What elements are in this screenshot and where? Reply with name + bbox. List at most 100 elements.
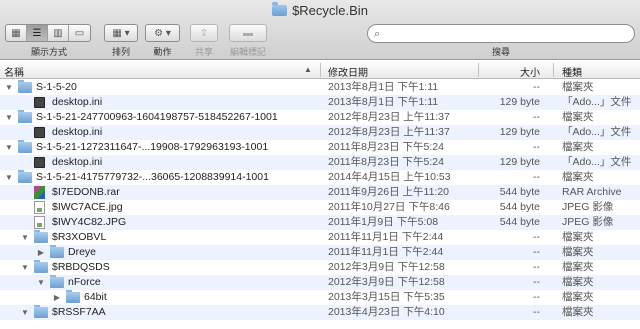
file-row[interactable]: ▼ S-1-5-20 2013年8月1日 下午1:11 -- 檔案夾 [0, 80, 640, 95]
disclosure-expanded-icon[interactable]: ▼ [4, 170, 14, 185]
window-title: $Recycle.Bin [0, 2, 640, 18]
modified-date: 2012年8月23日 上午11:37 [328, 126, 450, 138]
modified-date: 2011年10月27日 下午8:46 [328, 201, 450, 213]
file-size: 544 byte [499, 186, 540, 198]
file-kind: 檔案夾 [562, 111, 594, 123]
file-kind: JPEG 影像 [562, 216, 614, 228]
file-row[interactable]: ▼ $R3XOBVL 2011年11月1日 下午2:44 -- 檔案夾 [0, 230, 640, 245]
disclosure-expanded-icon[interactable]: ▼ [20, 230, 30, 245]
file-size: -- [533, 246, 540, 258]
file-row[interactable]: ▼ nForce 2012年3月9日 下午12:58 -- 檔案夾 [0, 275, 640, 290]
file-list: ▼ S-1-5-20 2013年8月1日 下午1:11 -- 檔案夾 desktop.in… [0, 80, 640, 320]
file-name: $R3XOBVL [52, 231, 107, 243]
file-name: nForce [68, 276, 101, 288]
disclosure-collapsed-icon[interactable]: ▶ [36, 245, 46, 260]
file-row[interactable]: ▼ S-1-5-21-1272311647-...19908-1792963193… [0, 140, 640, 155]
arrange-label: 排列 [111, 47, 130, 57]
coverflow-view-icon[interactable]: ▭ [69, 25, 90, 41]
file-name: S-1-5-21-247700963-1604198757-518452267-… [36, 111, 278, 123]
file-name: $IWY4C82.JPG [52, 216, 127, 228]
folder-icon [272, 2, 288, 16]
file-row[interactable]: ▼ $RBDQSDS 2012年3月9日 下午12:58 -- 檔案夾 [0, 260, 640, 275]
file-size: -- [533, 306, 540, 318]
file-kind: 檔案夾 [562, 276, 594, 288]
modified-date: 2011年11月1日 下午2:44 [328, 231, 444, 243]
file-kind: 檔案夾 [562, 261, 594, 273]
file-row[interactable]: $I7EDONB.rar 2011年9月26日 上午11:20 544 byte RA… [0, 185, 640, 200]
modified-date: 2011年8月23日 下午5:24 [328, 156, 444, 168]
kind-column-header[interactable]: 種類 [562, 64, 582, 79]
file-row[interactable]: $IWY4C82.JPG 2011年1月9日 下午5:08 544 byte JPEG… [0, 215, 640, 230]
modified-date: 2011年11月1日 下午2:44 [328, 246, 444, 258]
disclosure-expanded-icon[interactable]: ▼ [4, 80, 14, 95]
date-column-header[interactable]: 修改日期 [328, 64, 368, 79]
folder-icon [66, 290, 80, 303]
file-kind: 「Ado...」文件 [562, 96, 632, 108]
disclosure-expanded-icon[interactable]: ▼ [4, 110, 14, 125]
name-column-header[interactable]: 名稱 [4, 64, 24, 79]
file-size: 544 byte [499, 201, 540, 213]
file-row[interactable]: desktop.ini 2012年8月23日 上午11:37 129 byte 「Ad… [0, 125, 640, 140]
file-kind: 檔案夾 [562, 171, 594, 183]
file-row[interactable]: desktop.ini 2013年8月1日 下午1:11 129 byte 「Ado.… [0, 95, 640, 110]
file-kind: 「Ado...」文件 [562, 156, 632, 168]
column-header: 名稱 ▲ 修改日期 大小 種類 [0, 61, 640, 79]
file-kind: 檔案夾 [562, 291, 594, 303]
file-row[interactable]: desktop.ini 2011年8月23日 下午5:24 129 byte 「Ado… [0, 155, 640, 170]
file-name: $RBDQSDS [52, 261, 110, 273]
file-size: -- [533, 231, 540, 243]
disclosure-expanded-icon[interactable]: ▼ [4, 140, 14, 155]
file-size: -- [533, 141, 540, 153]
tags-label: 編輯標記 [229, 47, 266, 57]
file-name: 64bit [84, 291, 107, 303]
folder-icon [50, 275, 64, 288]
file-name: $RSSF7AA [52, 306, 106, 318]
search-label: 搜尋 [491, 47, 510, 57]
folder-icon [34, 230, 48, 243]
file-name: S-1-5-20 [36, 81, 77, 93]
icon-view-icon[interactable]: ▦ [6, 25, 27, 41]
folder-icon [18, 140, 32, 153]
tags-button[interactable]: ▬ [229, 24, 267, 42]
file-name: Dreye [68, 246, 97, 258]
modified-date: 2011年9月26日 上午11:20 [328, 186, 450, 198]
disclosure-expanded-icon[interactable]: ▼ [36, 275, 46, 290]
folder-icon [34, 260, 48, 273]
search-icon: ⌕ [374, 28, 381, 40]
file-size: 544 byte [499, 216, 540, 228]
file-size: -- [533, 291, 540, 303]
file-row[interactable]: ▼ S-1-5-21-247700963-1604198757-518452267… [0, 110, 640, 125]
file-size: -- [533, 111, 540, 123]
file-kind: RAR Archive [562, 186, 622, 198]
file-row[interactable]: ▶ 64bit 2013年3月15日 下午5:35 -- 檔案夾 [0, 290, 640, 305]
view-mode-control[interactable]: ▦ ☰ ▥ ▭ [5, 24, 91, 42]
file-name: S-1-5-21-1272311647-...19908-1792963193-… [36, 141, 269, 153]
list-view-icon[interactable]: ☰ [27, 25, 48, 41]
file-row[interactable]: ▶ Dreye 2011年11月1日 下午2:44 -- 檔案夾 [0, 245, 640, 260]
file-name: $IWC7ACE.jpg [52, 201, 123, 213]
search-input[interactable]: ⌕ [367, 24, 635, 43]
sort-ascending-icon: ▲ [304, 65, 312, 74]
file-name: S-1-5-21-4175779732-...36065-1208839914-… [36, 171, 269, 183]
file-size: 129 byte [499, 96, 540, 108]
file-row[interactable]: ▼ S-1-5-21-4175779732-...36065-1208839914… [0, 170, 640, 185]
file-size: -- [533, 276, 540, 288]
modified-date: 2013年4月23日 下午4:10 [328, 306, 445, 318]
arrange-button[interactable]: ▦ ▾ [104, 24, 138, 42]
file-kind: 檔案夾 [562, 306, 594, 318]
file-size: 129 byte [499, 126, 540, 138]
size-column-header[interactable]: 大小 [520, 64, 540, 79]
column-view-icon[interactable]: ▥ [48, 25, 69, 41]
file-row[interactable]: ▼ $RSSF7AA 2013年4月23日 下午4:10 -- 檔案夾 [0, 305, 640, 320]
folder-icon [18, 80, 32, 93]
modified-date: 2011年8月23日 下午5:24 [328, 141, 444, 153]
disclosure-expanded-icon[interactable]: ▼ [20, 305, 30, 320]
file-row[interactable]: $IWC7ACE.jpg 2011年10月27日 下午8:46 544 byte JP… [0, 200, 640, 215]
disclosure-expanded-icon[interactable]: ▼ [20, 260, 30, 275]
disclosure-collapsed-icon[interactable]: ▶ [52, 290, 62, 305]
share-button[interactable]: ⇪ [190, 24, 218, 42]
modified-date: 2013年3月15日 下午5:35 [328, 291, 445, 303]
file-kind: 檔案夾 [562, 141, 594, 153]
action-button[interactable]: ⚙ ▾ [145, 24, 180, 42]
share-label: 共享 [194, 47, 213, 57]
